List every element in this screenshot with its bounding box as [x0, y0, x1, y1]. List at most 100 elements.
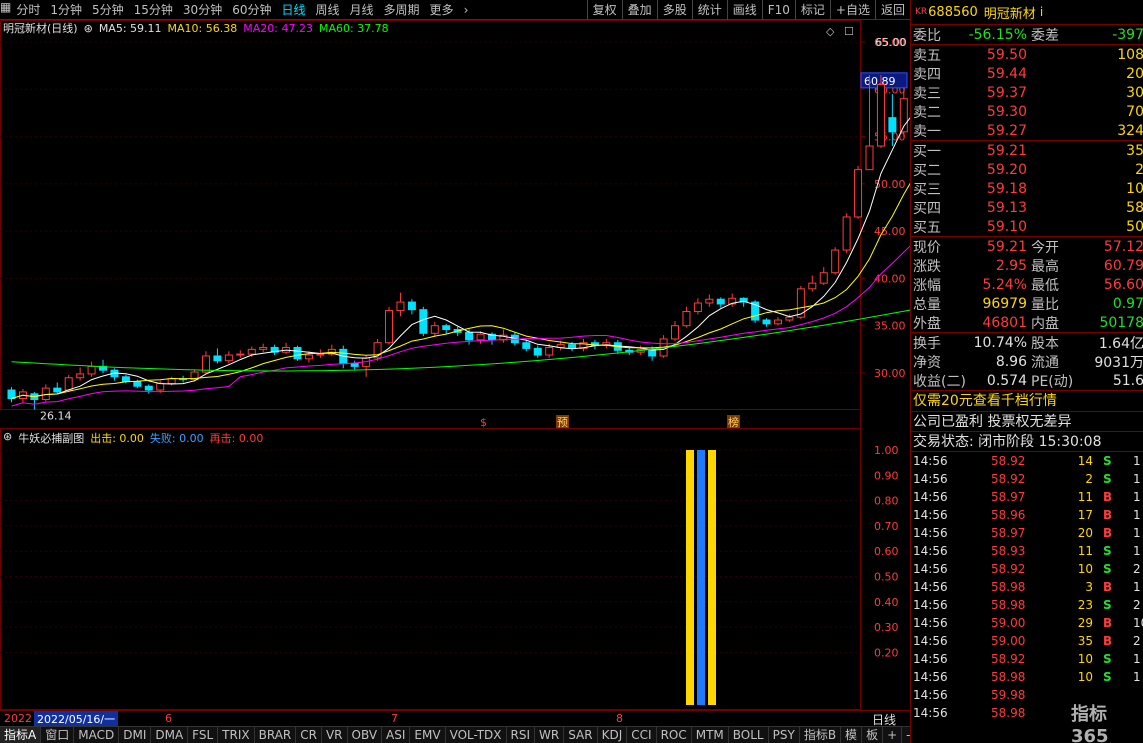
indicator-tab-17[interactable]: KDJ [598, 727, 628, 743]
close-icon[interactable]: ☐ [844, 25, 854, 38]
candle-body [716, 298, 725, 305]
event-marker[interactable]: 榜 [728, 415, 739, 429]
bid-price[interactable]: 59.18 [951, 181, 1027, 197]
tool-button-1[interactable]: 叠加 [621, 0, 657, 20]
sub-settings-icon[interactable]: ⊛ [3, 430, 12, 446]
indicator-tab-24[interactable]: 模 [841, 727, 863, 743]
indicator-tab-13[interactable]: VOL-TDX [446, 727, 507, 743]
settings-icon[interactable]: ⊛ [84, 22, 93, 36]
indicator-tab-21[interactable]: BOLL [729, 727, 769, 743]
trade-count: 1 [1133, 580, 1141, 594]
indicator-tab-11[interactable]: ASI [382, 727, 411, 743]
diamond-icon[interactable]: ◇ [826, 25, 835, 38]
event-marker[interactable]: 预 [557, 416, 568, 429]
indicator-tab-3[interactable]: DMI [119, 727, 152, 743]
candle-body [167, 378, 176, 384]
trade-price: 58.93 [991, 544, 1026, 558]
indicator-tab-23[interactable]: 指标B [800, 727, 842, 743]
indicator-tab-6[interactable]: TRIX [218, 727, 255, 743]
period-tab-8[interactable]: 月线 [345, 0, 379, 20]
trade-price: 58.98 [991, 580, 1026, 594]
trade-count: 10 [1133, 616, 1143, 630]
indicator-tab-1[interactable]: 窗口 [41, 727, 75, 743]
kline-chart[interactable]: 65.0060.0055.0050.0045.0040.0035.0030.00… [0, 20, 910, 710]
indicator-tab-22[interactable]: PSY [769, 727, 800, 743]
period-tab-3[interactable]: 15分钟 [129, 0, 178, 20]
tool-button-4[interactable]: 画线 [726, 0, 762, 20]
event-marker[interactable]: $ [480, 416, 487, 429]
trade-ticks[interactable]: 14:56 58.92 14 S 1 14:56 58.92 2 S 1 14:56 58.97 11 B… [911, 451, 1143, 722]
indicator-tab-8[interactable]: CR [296, 727, 322, 743]
trade-side: S [1103, 562, 1112, 576]
bid-label: 买二 [913, 162, 941, 179]
fundamental-row-1: 净资 8.96 流通 9031万 [911, 352, 1143, 371]
tool-button-2[interactable]: 多股 [656, 0, 692, 20]
sub-tick-label: 0.30 [874, 621, 899, 634]
fundamental-value: 0.574 [986, 372, 1027, 389]
quote-panel: KR 688560 明冠新材 i 委比 -56.15% 委差 -397 卖五 59… [910, 0, 1143, 743]
more-chevron-icon[interactable]: › [459, 0, 474, 20]
ask-price[interactable]: 59.27 [951, 123, 1027, 139]
period-tab-10[interactable]: 更多 [425, 0, 459, 20]
trade-volume: 2 [1085, 472, 1093, 486]
bid-price[interactable]: 59.10 [951, 219, 1027, 235]
kr-badge: KR [915, 7, 928, 17]
period-tab-9[interactable]: 多周期 [379, 0, 425, 20]
tool-button-3[interactable]: 统计 [691, 0, 727, 20]
candle-body [87, 365, 96, 375]
period-tab-2[interactable]: 5分钟 [87, 0, 129, 20]
candle-body [465, 331, 474, 341]
trade-count: 2 [1133, 562, 1141, 576]
indicator-tab-10[interactable]: OBV [348, 727, 383, 743]
sub-tick-label: 0.40 [874, 596, 899, 609]
period-tab-0[interactable]: 分时 [11, 0, 45, 20]
period-tab-1[interactable]: 1分钟 [45, 0, 87, 20]
ask-price[interactable]: 59.50 [951, 47, 1027, 63]
indicator-tab-26[interactable]: + [883, 727, 903, 743]
ask-volume: 108 [1117, 46, 1143, 63]
tool-button-0[interactable]: 复权 [586, 0, 622, 20]
chart-area[interactable]: 65.00 60.00 55.00 50.00 45.00 40.00 35.00 30.00… [0, 20, 910, 710]
indicator-tab-18[interactable]: CCI [627, 727, 657, 743]
quote-row-4: 外盘 46801 内盘 50178 [911, 313, 1143, 332]
period-tab-6[interactable]: 日线 [276, 0, 310, 20]
indicator-tab-9[interactable]: VR [322, 727, 348, 743]
tool-button-5[interactable]: F10 [761, 0, 795, 20]
indicator-tab-15[interactable]: WR [535, 727, 565, 743]
ask-book: 卖五 59.50 108 卖四 59.44 20 卖三 59.37 30 卖二 59.30 70 卖一 5… [911, 44, 1143, 140]
indicator-tab-4[interactable]: DMA [151, 727, 189, 743]
trade-volume: 29 [1077, 616, 1093, 630]
indicator-tab-19[interactable]: ROC [657, 727, 692, 743]
main-chart-legend: 明冠新材(日线) ⊛ MA5: 59.11 MA10: 56.38 MA20: … [3, 22, 389, 36]
level2-notice[interactable]: 仅需20元查看千档行情 [911, 391, 1143, 411]
fundamental-value: 51.6 [1112, 372, 1143, 389]
tool-button-8[interactable]: 返回 [874, 0, 910, 20]
quote-value: 46801 [982, 314, 1027, 331]
bid-price[interactable]: 59.21 [951, 143, 1027, 159]
tool-button-6[interactable]: 标记 [794, 0, 830, 20]
ask-price[interactable]: 59.44 [951, 66, 1027, 82]
candle-body [133, 381, 142, 387]
candle-body [407, 301, 416, 311]
ask-price[interactable]: 59.30 [951, 104, 1027, 120]
trade-count: 1 [1133, 670, 1141, 684]
info-icon[interactable]: i [1040, 5, 1043, 19]
indicator-tab-12[interactable]: EMV [410, 727, 446, 743]
indicator-tab-7[interactable]: BRAR [255, 727, 297, 743]
period-tab-5[interactable]: 60分钟 [227, 0, 276, 20]
indicator-tab-2[interactable]: MACD [74, 727, 120, 743]
ask-volume: 30 [1126, 84, 1143, 101]
indicator-tab-16[interactable]: SAR [564, 727, 598, 743]
indicator-tab-14[interactable]: RSI [507, 727, 536, 743]
indicator-tab-20[interactable]: MTM [692, 727, 729, 743]
bid-price[interactable]: 59.13 [951, 200, 1027, 216]
period-tab-4[interactable]: 30分钟 [178, 0, 227, 20]
tool-button-7[interactable]: +自选 [829, 0, 875, 20]
period-tab-7[interactable]: 周线 [311, 0, 345, 20]
quote-value: 0.97 [1112, 295, 1143, 312]
indicator-tab-5[interactable]: FSL [188, 727, 219, 743]
indicator-tab-0[interactable]: 指标A [0, 727, 42, 743]
ask-price[interactable]: 59.37 [951, 85, 1027, 101]
bid-price[interactable]: 59.20 [951, 162, 1027, 178]
indicator-tab-25[interactable]: 板 [862, 727, 884, 743]
